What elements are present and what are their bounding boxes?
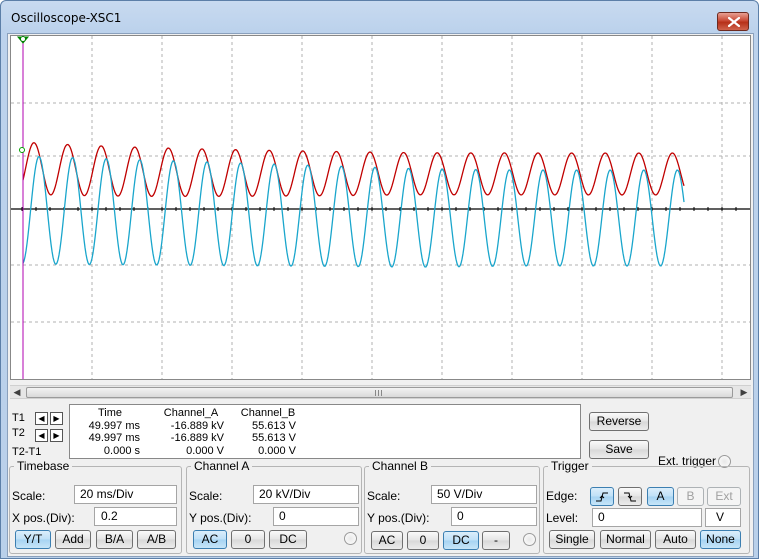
trigger-source-ext-button[interactable]: Ext bbox=[707, 487, 741, 506]
t1-right-arrow-icon[interactable]: ▶ bbox=[50, 412, 63, 425]
channel-b-zero-button[interactable]: 0 bbox=[407, 531, 439, 550]
trigger-level-label: Level: bbox=[546, 511, 579, 525]
channel-a-column: Channel_A -16.889 kV -16.889 kV 0.000 V bbox=[158, 407, 224, 457]
client-area: ◀ ▶ T1 T2 T2-T1 ◀ ▶ ◀ ▶ Time 49.997 ms 4… bbox=[7, 33, 754, 557]
t1-channel-b: 55.613 V bbox=[251, 419, 296, 432]
channel-b-indicator bbox=[523, 533, 536, 546]
none-trigger-button[interactable]: None bbox=[700, 530, 741, 549]
channel-a-zero-button[interactable]: 0 bbox=[231, 530, 265, 549]
x-pos-label: X pos.(Div): bbox=[12, 511, 75, 525]
channel-a-group: Channel A Scale: 20 kV/Div Y pos.(Div): … bbox=[186, 459, 362, 554]
t2-right-arrow-icon[interactable]: ▶ bbox=[50, 429, 63, 442]
trigger-edge-label: Edge: bbox=[546, 489, 578, 503]
add-mode-button[interactable]: Add bbox=[55, 530, 91, 549]
rising-edge-button[interactable] bbox=[590, 487, 614, 506]
ab-mode-button[interactable]: A/B bbox=[137, 530, 176, 549]
t2-channel-a: -16.889 kV bbox=[170, 432, 224, 444]
channel-b-title: Channel B bbox=[369, 459, 432, 473]
channel-b-ypos-label: Y pos.(Div): bbox=[367, 511, 430, 525]
close-icon bbox=[728, 17, 740, 27]
delta-channel-a: 0.000 V bbox=[186, 444, 224, 457]
reverse-button[interactable]: Reverse bbox=[589, 412, 649, 431]
channel-b-invert-button[interactable]: - bbox=[482, 531, 510, 550]
oscilloscope-window: Oscilloscope-XSC1 ◀ ▶ T1 T2 T2-T1 ◀ ▶ ◀ … bbox=[0, 0, 759, 559]
rising-edge-icon bbox=[596, 492, 608, 502]
window-title: Oscilloscope-XSC1 bbox=[11, 11, 122, 25]
channel-a-trace bbox=[22, 141, 685, 198]
channel-b-scale-field[interactable]: 50 V/Div bbox=[431, 485, 537, 504]
channel-b-ac-button[interactable]: AC bbox=[371, 531, 403, 550]
channel-a-header: Channel_A bbox=[163, 407, 219, 419]
channel-a-dc-button[interactable]: DC bbox=[269, 530, 307, 549]
time-header: Time bbox=[97, 407, 123, 419]
trigger-group: Trigger Edge: A B Ext Level: 0 V Single … bbox=[543, 459, 750, 554]
x-pos-field[interactable]: 0.2 bbox=[94, 507, 177, 526]
t1-time: 49.997 ms bbox=[88, 419, 140, 432]
channel-b-ypos-field[interactable]: 0 bbox=[451, 507, 537, 526]
title-bar[interactable]: Oscilloscope-XSC1 bbox=[1, 1, 758, 33]
timebase-scale-label: Scale: bbox=[12, 489, 46, 503]
oscilloscope-display bbox=[10, 35, 751, 380]
scroll-left-icon[interactable]: ◀ bbox=[10, 386, 24, 399]
horizontal-scrollbar[interactable]: ◀ ▶ bbox=[10, 385, 751, 399]
channel-a-scale-label: Scale: bbox=[189, 489, 223, 503]
channel-a-ypos-field[interactable]: 0 bbox=[273, 507, 359, 526]
channel-a-indicator bbox=[344, 532, 357, 545]
channel-b-header: Channel_B bbox=[240, 407, 296, 419]
time-column: Time 49.997 ms 49.997 ms 0.000 s bbox=[80, 407, 140, 457]
channel-a-scale-field[interactable]: 20 kV/Div bbox=[253, 485, 359, 504]
delta-channel-b: 0.000 V bbox=[258, 444, 296, 457]
scope-grid bbox=[11, 36, 750, 379]
channel-b-dc-button[interactable]: DC bbox=[443, 531, 479, 550]
close-button[interactable] bbox=[717, 12, 749, 31]
channel-b-group: Channel B Scale: 50 V/Div Y pos.(Div): 0… bbox=[364, 459, 540, 554]
delta-label: T2-T1 bbox=[12, 446, 42, 458]
cursor-handle-icon[interactable] bbox=[20, 36, 26, 42]
auto-trigger-button[interactable]: Auto bbox=[655, 530, 696, 549]
t1-channel-a: -16.889 kV bbox=[170, 419, 224, 432]
falling-edge-icon bbox=[624, 492, 636, 502]
timebase-group: Timebase Scale: 20 ms/Div X pos.(Div): 0… bbox=[9, 459, 182, 554]
ba-mode-button[interactable]: B/A bbox=[96, 530, 133, 549]
scroll-right-icon[interactable]: ▶ bbox=[737, 386, 751, 399]
single-trigger-button[interactable]: Single bbox=[549, 530, 595, 549]
timebase-scale-field[interactable]: 20 ms/Div bbox=[74, 485, 177, 504]
channel-a-ac-button[interactable]: AC bbox=[193, 530, 227, 549]
normal-trigger-button[interactable]: Normal bbox=[600, 530, 651, 549]
t1-left-arrow-icon[interactable]: ◀ bbox=[35, 412, 48, 425]
scope-screen bbox=[11, 36, 750, 379]
t2-label: T2 bbox=[12, 427, 25, 439]
t2-left-arrow-icon[interactable]: ◀ bbox=[35, 429, 48, 442]
channel-a-ypos-label: Y pos.(Div): bbox=[189, 511, 252, 525]
time-axis bbox=[11, 207, 750, 211]
channel-a-ground-marker[interactable] bbox=[19, 147, 25, 153]
trigger-level-field[interactable]: 0 bbox=[592, 508, 702, 527]
channel-b-column: Channel_B 55.613 V 55.613 V 0.000 V bbox=[240, 407, 296, 457]
trigger-source-a-button[interactable]: A bbox=[647, 487, 674, 506]
t1-label: T1 bbox=[12, 412, 25, 424]
delta-time: 0.000 s bbox=[103, 444, 140, 457]
trigger-title: Trigger bbox=[548, 459, 592, 473]
cursor-readout: Time 49.997 ms 49.997 ms 0.000 s Channel… bbox=[69, 404, 581, 459]
save-button[interactable]: Save bbox=[589, 440, 649, 459]
falling-edge-button[interactable] bbox=[618, 487, 642, 506]
t2-channel-b: 55.613 V bbox=[251, 432, 296, 444]
grip-icon bbox=[375, 390, 383, 396]
t2-time: 49.997 ms bbox=[88, 432, 140, 444]
trigger-level-unit[interactable]: V bbox=[705, 508, 741, 527]
yt-mode-button[interactable]: Y/T bbox=[15, 530, 51, 549]
channel-a-title: Channel A bbox=[191, 459, 253, 473]
channel-b-trace bbox=[22, 155, 685, 268]
trigger-source-b-button[interactable]: B bbox=[677, 487, 704, 506]
scrollbar-thumb[interactable] bbox=[26, 387, 733, 398]
timebase-title: Timebase bbox=[14, 459, 73, 473]
channel-b-scale-label: Scale: bbox=[367, 489, 401, 503]
